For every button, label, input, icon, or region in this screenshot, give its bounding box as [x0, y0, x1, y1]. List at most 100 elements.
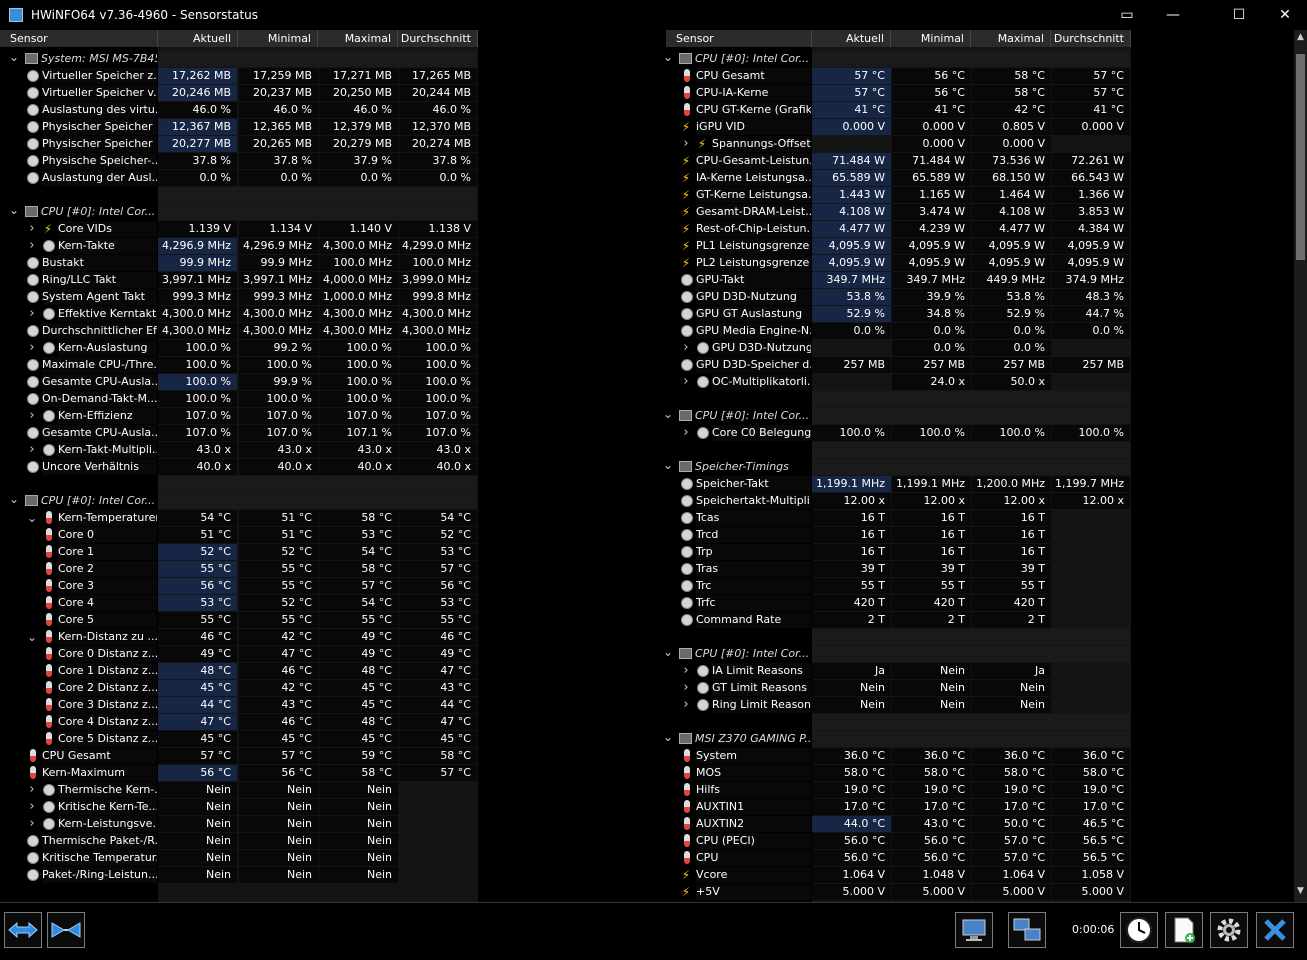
sensor-name[interactable]: Kern-Takt-Multipli... — [58, 442, 157, 458]
collapse-chevron-icon[interactable]: ⌄ — [9, 204, 19, 220]
collapse-chevron-icon[interactable]: ⌄ — [663, 408, 673, 424]
expand-chevron-icon[interactable]: › — [681, 697, 691, 713]
sensor-name[interactable]: Physischer Speicher ... — [42, 119, 157, 135]
collapse-chevron-icon[interactable]: ⌄ — [9, 493, 19, 509]
group-title[interactable]: CPU [#0]: Intel Cor... — [41, 493, 157, 509]
sensor-name[interactable]: iGPU VID — [696, 119, 811, 135]
close-sensors-button[interactable] — [1256, 912, 1294, 948]
sensor-name[interactable]: Thermische Kern-... — [58, 782, 157, 798]
expand-chevron-icon[interactable]: › — [27, 408, 37, 424]
sensor-name[interactable]: Kern-Leistungsve... — [58, 816, 157, 832]
sensor-name[interactable]: CPU-Gesamt-Leistun... — [696, 153, 811, 169]
expand-chevron-icon[interactable]: › — [27, 238, 37, 254]
sensor-name[interactable]: Rest-of-Chip-Leistun... — [696, 221, 811, 237]
header-sensor[interactable]: Sensor — [666, 30, 812, 47]
close-button[interactable]: ✕ — [1262, 0, 1307, 30]
collapse-layout-button[interactable] — [47, 912, 85, 948]
expand-chevron-icon[interactable]: › — [27, 816, 37, 832]
sensor-name[interactable]: Physischer Speicher ... — [42, 136, 157, 152]
collapse-chevron-icon[interactable]: ⌄ — [663, 51, 673, 67]
collapse-chevron-icon[interactable]: ⌄ — [663, 731, 673, 747]
sensor-name[interactable]: GPU D3D-Speicher d... — [696, 357, 811, 373]
sensor-name[interactable]: Spannungs-Offsets — [712, 136, 811, 152]
sensor-name[interactable]: Kern-Auslastung — [58, 340, 157, 356]
sensor-name[interactable]: Core 1 Distanz z... — [58, 663, 157, 679]
sensor-name[interactable]: CPU GT-Kerne (Grafik) — [696, 102, 811, 118]
clock-button[interactable] — [1120, 912, 1158, 948]
sensor-name[interactable]: Hilfs — [696, 782, 811, 798]
expand-chevron-icon[interactable]: › — [27, 782, 37, 798]
expand-chevron-icon[interactable]: › — [681, 340, 691, 356]
sensor-name[interactable]: On-Demand-Takt-M... — [42, 391, 157, 407]
sensor-name[interactable]: Core 2 — [58, 561, 157, 577]
collapse-chevron-icon[interactable]: ⌄ — [663, 646, 673, 662]
expand-chevron-icon[interactable]: ⌄ — [27, 629, 37, 645]
group-title[interactable]: MSI Z370 GAMING P... — [695, 731, 811, 747]
logging-button[interactable] — [1165, 912, 1203, 948]
sensor-name[interactable]: Core VIDs — [58, 221, 157, 237]
group-title[interactable]: CPU [#0]: Intel Cor... — [41, 204, 157, 220]
sensor-name[interactable]: CPU (PECI) — [696, 833, 811, 849]
sensor-name[interactable]: Thermische Paket-/R... — [42, 833, 157, 849]
header-avg[interactable]: Durchschnitt — [1051, 30, 1131, 47]
sensor-name[interactable]: Core 4 Distanz z... — [58, 714, 157, 730]
sensor-name[interactable]: Vcore — [696, 867, 811, 883]
expand-chevron-icon[interactable]: › — [681, 680, 691, 696]
header-max[interactable]: Maximal — [971, 30, 1051, 47]
sensor-name[interactable]: CPU Gesamt — [42, 748, 157, 764]
sensor-name[interactable]: GT Limit Reasons — [712, 680, 811, 696]
sensor-name[interactable]: Core 3 Distanz z... — [58, 697, 157, 713]
sensor-name[interactable]: Kern-Maximum — [42, 765, 157, 781]
sensor-name[interactable]: Kern-Takte — [58, 238, 157, 254]
scrollbar-thumb[interactable] — [1296, 54, 1305, 260]
sensor-name[interactable]: GPU GT Auslastung — [696, 306, 811, 322]
sensor-name[interactable]: Trp — [696, 544, 811, 560]
sensor-name[interactable]: Trc — [696, 578, 811, 594]
sensor-name[interactable]: Trcd — [696, 527, 811, 543]
sensor-name[interactable]: Kritische Temperatur... — [42, 850, 157, 866]
sensor-name[interactable]: Tcas — [696, 510, 811, 526]
sensor-name[interactable]: GT-Kerne Leistungsa... — [696, 187, 811, 203]
sensor-name[interactable]: Core 3 — [58, 578, 157, 594]
header-min[interactable]: Minimal — [891, 30, 971, 47]
tray-icon[interactable]: ▭ — [1104, 0, 1150, 30]
sensor-name[interactable]: Kern-Temperaturen — [58, 510, 157, 526]
expand-layout-button[interactable] — [4, 912, 42, 948]
sensor-name[interactable]: Uncore Verhältnis — [42, 459, 157, 475]
sensor-name[interactable]: Core 0 Distanz z... — [58, 646, 157, 662]
minimize-button[interactable]: — — [1150, 0, 1196, 30]
sensor-name[interactable]: +5V — [696, 884, 811, 900]
sensor-name[interactable]: Core 1 — [58, 544, 157, 560]
sensor-name[interactable]: Core 5 Distanz z... — [58, 731, 157, 747]
expand-chevron-icon[interactable]: › — [27, 306, 37, 322]
scroll-down-arrow-icon[interactable]: ▼ — [1294, 886, 1307, 900]
collapse-chevron-icon[interactable]: ⌄ — [663, 459, 673, 475]
header-current[interactable]: Aktuell — [812, 30, 891, 47]
sensor-name[interactable]: Speichertakt-Multipli... — [696, 493, 811, 509]
sensor-name[interactable]: GPU D3D-Nutzung — [712, 340, 811, 356]
expand-chevron-icon[interactable]: › — [681, 374, 691, 390]
sensor-name[interactable]: Durchschnittlicher Ef... — [42, 323, 157, 339]
sensor-name[interactable]: Trfc — [696, 595, 811, 611]
header-sensor[interactable]: Sensor — [0, 30, 158, 47]
sensor-name[interactable]: Tras — [696, 561, 811, 577]
sensor-name[interactable]: System — [696, 748, 811, 764]
header-avg[interactable]: Durchschnitt — [398, 30, 478, 47]
sensor-name[interactable]: Auslastung der Ausl... — [42, 170, 157, 186]
expand-chevron-icon[interactable]: › — [681, 663, 691, 679]
sensor-name[interactable]: CPU — [696, 850, 811, 866]
sensor-name[interactable]: Virtueller Speicher v... — [42, 85, 157, 101]
sensor-name[interactable]: Core 2 Distanz z... — [58, 680, 157, 696]
group-title[interactable]: Speicher-Timings — [695, 459, 811, 475]
expand-chevron-icon[interactable]: › — [681, 425, 691, 441]
expand-chevron-icon[interactable]: › — [681, 136, 691, 152]
settings-button[interactable] — [1210, 912, 1248, 948]
sensor-name[interactable]: IA Limit Reasons — [712, 663, 811, 679]
sensor-name[interactable]: Virtueller Speicher z... — [42, 68, 157, 84]
collapse-chevron-icon[interactable]: ⌄ — [9, 51, 19, 67]
sensor-name[interactable]: Bustakt — [42, 255, 157, 271]
sensor-name[interactable]: IA-Kerne Leistungsa... — [696, 170, 811, 186]
group-title[interactable]: CPU [#0]: Intel Cor... — [695, 408, 811, 424]
expand-chevron-icon[interactable]: › — [27, 442, 37, 458]
group-title[interactable]: System: MSI MS-7B45 — [41, 51, 157, 67]
